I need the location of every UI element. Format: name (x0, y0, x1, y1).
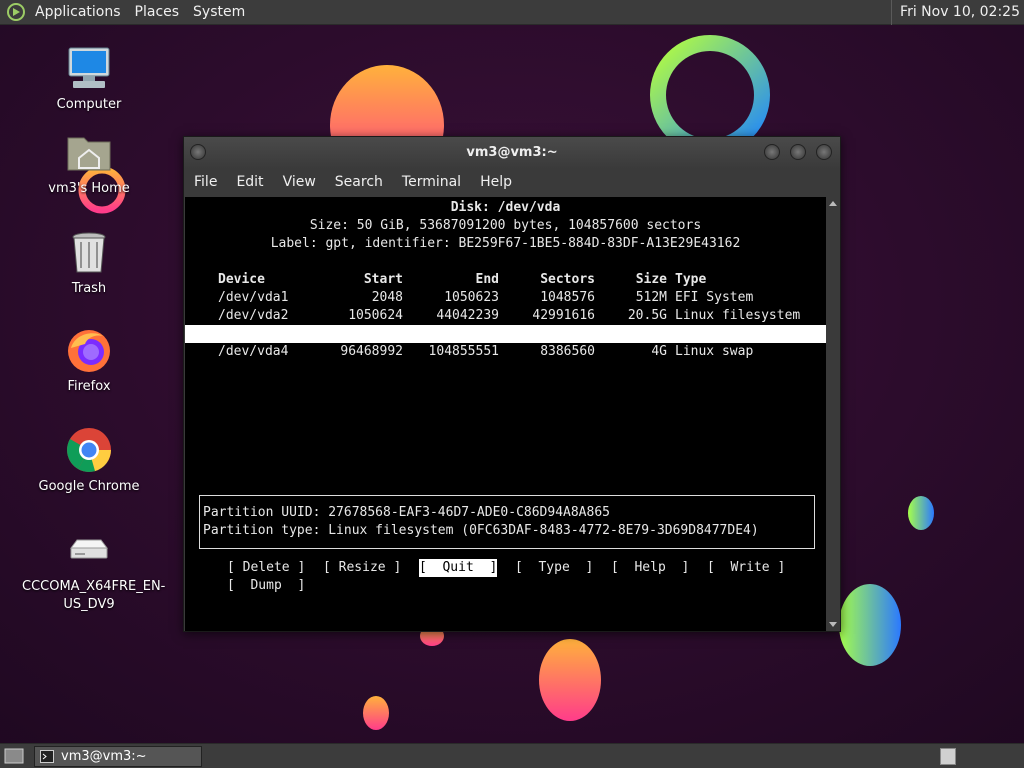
resize-button[interactable]: [ Resize ] (323, 559, 401, 577)
type-button[interactable]: [ Type ] (515, 559, 593, 577)
firefox-icon (68, 330, 110, 372)
close-icon[interactable] (816, 144, 832, 160)
terminal-screen[interactable]: Disk: /dev/vda Size: 50 GiB, 53687091200… (185, 197, 826, 631)
desktop-icon-trash[interactable]: Trash (34, 228, 144, 298)
terminal-window: vm3@vm3:~ File Edit View Search Terminal… (183, 136, 841, 632)
computer-icon (68, 47, 110, 88)
header-end: End (475, 272, 499, 287)
header-type: Type (675, 272, 707, 287)
partition-size: 4G (651, 344, 667, 359)
menu-search[interactable]: Search (325, 174, 392, 190)
help-button[interactable]: [ Help ] (611, 559, 689, 577)
system-menu[interactable]: System (186, 0, 252, 25)
places-menu[interactable]: Places (128, 0, 187, 25)
desktop-icon-label: Trash (71, 281, 107, 296)
partition-size: 20.5G (627, 308, 667, 323)
partition-end: 44042239 (436, 308, 499, 323)
partition-sectors: 8386560 (540, 344, 595, 359)
partition-device: /dev/vda2 (218, 308, 289, 323)
partition-end: 96468991 (436, 398, 499, 413)
distro-logo-icon[interactable] (6, 2, 26, 22)
home-folder-icon (67, 137, 111, 171)
partition-type-info: Partition type: Linux filesystem (0FC63D… (203, 523, 759, 538)
partition-start: 44042240 (340, 380, 403, 395)
taskbar-task-label: vm3@vm3:~ (61, 749, 147, 764)
partition-type: Linux filesystem (675, 308, 801, 323)
partition-start: 96468992 (340, 344, 403, 359)
chrome-icon (67, 428, 111, 472)
terminal-scrollbar[interactable] (826, 197, 840, 631)
delete-button[interactable]: [ Delete ] (227, 559, 305, 577)
minimize-icon[interactable] (764, 144, 780, 160)
partition-size: 25G (643, 434, 667, 449)
desktop-icon-label: vm3's Home (48, 181, 130, 196)
disk-name: Disk: /dev/vda (450, 200, 561, 215)
partition-info-box: Partition UUID: 27678568-EAF3-46D7-ADE0-… (199, 495, 815, 549)
disk-size: Size: 50 GiB, 53687091200 bytes, 1048576… (309, 218, 702, 233)
desktop-icon-chrome[interactable]: Google Chrome (34, 426, 144, 496)
header-start: Start (363, 272, 403, 287)
partition-start: 2048 (371, 290, 403, 305)
clock[interactable]: Fri Nov 10, 02:25 (891, 0, 1020, 25)
desktop-icon-label: Google Chrome (38, 479, 140, 494)
optical-drive-icon (70, 539, 108, 559)
terminal-menubar: File Edit View Search Terminal Help (184, 169, 840, 195)
top-panel: Applications Places System Fri Nov 10, 0… (0, 0, 1024, 25)
trash-icon (72, 232, 106, 273)
partition-sectors: 52426752 (532, 416, 595, 431)
write-button[interactable]: [ Write ] (707, 559, 785, 577)
desktop-icon-label: Firefox (67, 379, 111, 394)
desktop-icon-computer[interactable]: Computer (34, 44, 144, 114)
selection-marker: >> (187, 344, 203, 359)
maximize-icon[interactable] (790, 144, 806, 160)
workspace-switcher-icon[interactable] (940, 748, 956, 765)
scroll-up-icon[interactable] (829, 201, 837, 206)
partition-uuid: Partition UUID: 27678568-EAF3-46D7-ADE0-… (203, 505, 610, 520)
header-size: Size (635, 272, 667, 287)
scroll-down-icon[interactable] (829, 622, 837, 627)
partition-sectors: 1048576 (540, 290, 595, 305)
partition-end: 104855551 (428, 344, 499, 359)
dump-button[interactable]: [ Dump ] (227, 577, 305, 595)
menu-terminal[interactable]: Terminal (392, 174, 470, 190)
menu-file[interactable]: File (184, 174, 226, 190)
partition-device: /dev/vda1 (218, 290, 289, 305)
partition-size: 512M (635, 290, 667, 305)
applications-menu[interactable]: Applications (28, 0, 128, 25)
window-menu-icon[interactable] (190, 144, 206, 160)
desktop-icon-label: CCCOMA_X64FRE_EN-US_DV9 (22, 579, 166, 612)
bottom-panel: vm3@vm3:~ (0, 743, 1024, 768)
disk-label: Label: gpt, identifier: BE259F67-1BE5-88… (270, 236, 741, 251)
terminal-icon (40, 750, 54, 763)
desktop-icon-optical-drive[interactable]: CCCOMA_X64FRE_EN-US_DV9 (22, 526, 166, 614)
partition-device: /dev/vda3 (218, 362, 289, 377)
partition-type: Linux swap (675, 344, 754, 359)
quit-button[interactable]: [ Quit ] (419, 559, 498, 577)
partition-device: /dev/vda4 (218, 344, 289, 359)
show-desktop-icon[interactable] (4, 747, 24, 765)
desktop-icon-home[interactable]: vm3's Home (34, 128, 144, 198)
taskbar-terminal-button[interactable]: vm3@vm3:~ (34, 746, 202, 767)
menu-help[interactable]: Help (470, 174, 521, 190)
partition-start: 1050624 (348, 308, 403, 323)
menu-view[interactable]: View (273, 174, 325, 190)
header-device: Device (218, 272, 265, 287)
partition-sectors: 42991616 (532, 308, 595, 323)
partition-type: Linux filesystem (675, 452, 801, 467)
header-sectors: Sectors (540, 272, 595, 287)
desktop-icon-label: Computer (56, 97, 122, 112)
partition-row-selected[interactable]: >> /dev/vda3 44042240 96468991 52426752 … (185, 325, 826, 467)
desktop-icon-firefox[interactable]: Firefox (34, 326, 144, 396)
partition-end: 1050623 (444, 290, 499, 305)
window-titlebar[interactable]: vm3@vm3:~ (184, 137, 840, 169)
partition-type: EFI System (675, 290, 754, 305)
menu-edit[interactable]: Edit (226, 174, 272, 190)
window-title: vm3@vm3:~ (466, 145, 558, 160)
